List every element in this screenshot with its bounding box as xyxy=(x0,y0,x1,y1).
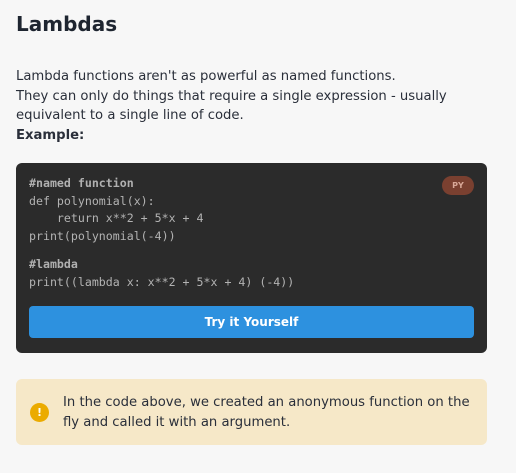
try-it-yourself-button[interactable]: Try it Yourself xyxy=(29,306,474,338)
intro-text: Lambda functions aren't as powerful as n… xyxy=(16,67,496,145)
code-text: #named function def polynomial(x): retur… xyxy=(29,175,294,291)
warning-icon: ! xyxy=(30,403,49,422)
intro-line-1: Lambda functions aren't as powerful as n… xyxy=(16,69,396,84)
language-badge: PY xyxy=(442,176,474,195)
code-lines: print((lambda x: x**2 + 5*x + 4) (-4)) xyxy=(29,274,295,289)
page-title: Lambdas xyxy=(16,12,118,36)
code-lines: def polynomial(x): return x**2 + 5*x + 4… xyxy=(29,193,204,244)
intro-line-2: They can only do things that require a s… xyxy=(16,88,447,124)
code-comment: #named function xyxy=(29,176,134,190)
code-comment: #lambda xyxy=(29,256,78,271)
info-note: ! In the code above, we created an anony… xyxy=(16,379,487,445)
note-text: In the code above, we created an anonymo… xyxy=(63,395,470,430)
code-block: #named function def polynomial(x): retur… xyxy=(16,163,487,353)
example-label: Example: xyxy=(16,127,85,143)
